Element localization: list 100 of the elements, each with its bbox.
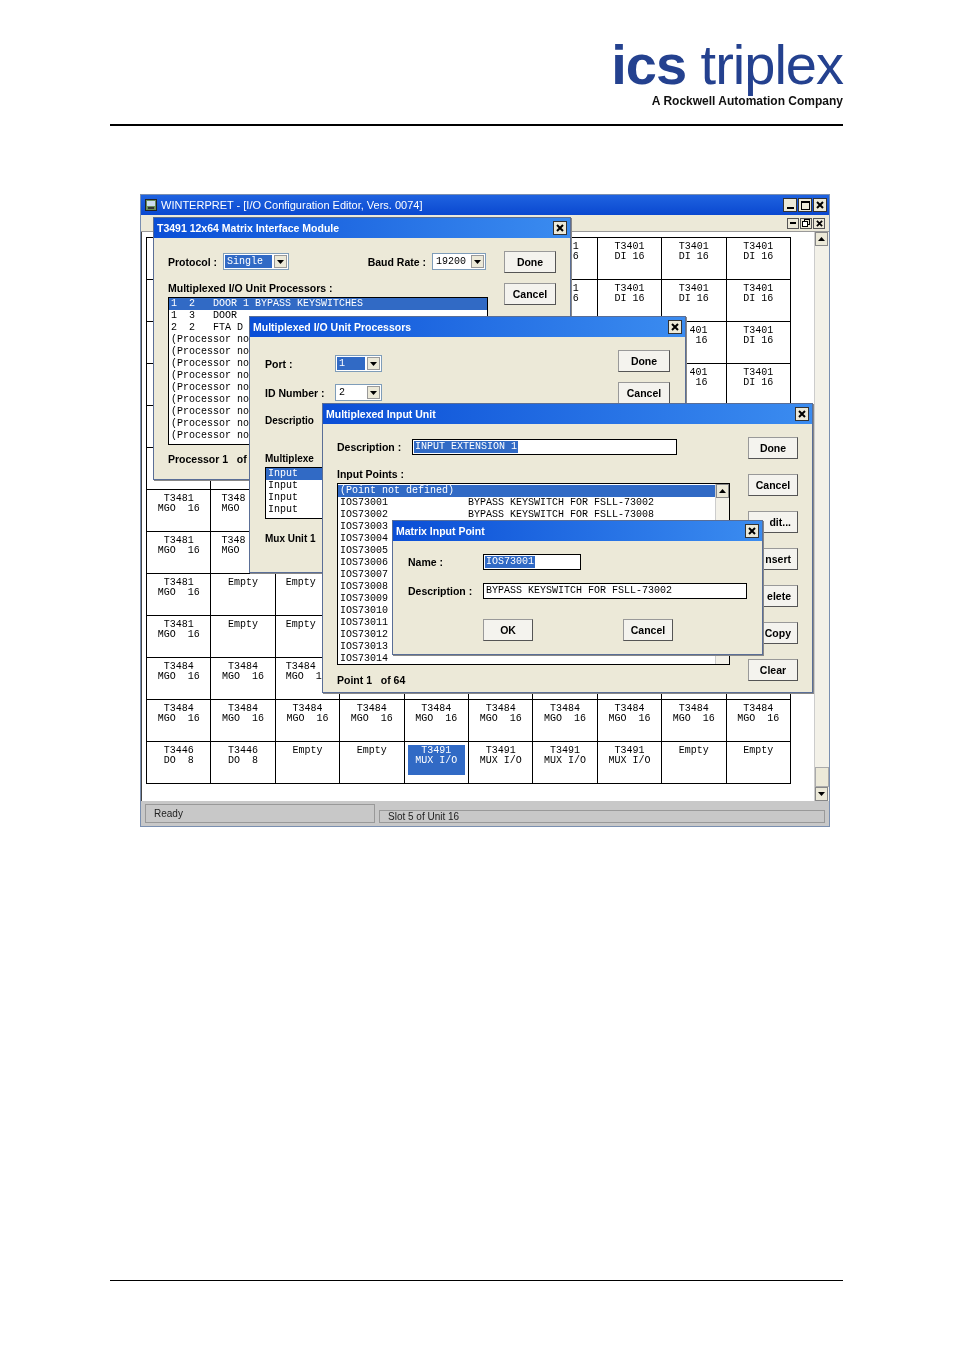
list-item[interactable]: IOS73014 <box>338 653 470 665</box>
down-arrow-icon <box>818 792 825 796</box>
list-label: Multiplexed I/O Unit Processors : <box>168 282 333 294</box>
slot-cell[interactable]: T3484 MGO 16 <box>597 700 663 742</box>
list-item[interactable]: IOS73002 BYPASS KEYSWITCH FOR FSLL-73008 <box>338 509 657 521</box>
slot-cell[interactable]: T3484 MGO 16 <box>726 700 791 742</box>
list-item[interactable]: (Processor no <box>169 382 251 394</box>
close-button[interactable] <box>813 217 825 229</box>
status-text: Ready <box>145 804 375 823</box>
up-arrow-icon <box>719 489 726 493</box>
dialog-button[interactable]: Clear <box>748 659 798 681</box>
list-item[interactable]: (Processor no <box>169 430 251 442</box>
close-button[interactable] <box>745 524 759 538</box>
description-label: Description : <box>408 585 474 597</box>
dialog-button[interactable]: Cancel <box>748 474 798 496</box>
dropdown[interactable]: Single <box>223 253 289 270</box>
dialog-title: Multiplexed I/O Unit Processors <box>253 321 413 333</box>
slot-cell[interactable]: T3401 DI 16 <box>597 238 663 280</box>
slot-cell[interactable]: T3484 MGO 16 <box>275 700 341 742</box>
slot-cell[interactable]: T3446 DO 8 <box>211 742 276 784</box>
close-button[interactable] <box>795 407 809 421</box>
list-item[interactable]: (Processor no <box>169 346 251 358</box>
description-field[interactable]: BYPASS KEYSWITCH FOR FSLL-73002 <box>483 583 747 599</box>
done-button[interactable]: Done <box>504 251 556 273</box>
unit-list[interactable]: Input Input Input Input <box>265 467 323 519</box>
slot-cell[interactable]: T3484 MGO 16 <box>147 700 212 742</box>
maximize-button[interactable] <box>798 198 812 212</box>
close-icon <box>815 219 823 227</box>
slot-cell[interactable]: Empty <box>726 742 791 784</box>
cancel-button[interactable]: Cancel <box>618 382 670 404</box>
maximize-icon <box>800 200 810 210</box>
slot-cell[interactable]: T3484 MGO 16 <box>533 700 598 742</box>
id-number-label: ID Number : <box>265 386 326 399</box>
slot-cell[interactable]: T3401 DI 16 <box>726 280 791 322</box>
caret-icon <box>474 259 481 264</box>
description-field[interactable]: INPUT EXTENSION 1 <box>412 439 677 455</box>
scrollbar[interactable] <box>814 232 829 801</box>
close-button[interactable] <box>553 221 567 235</box>
minimize-icon <box>790 222 796 224</box>
minimize-button[interactable] <box>783 198 797 212</box>
slot-cell[interactable]: T3481 MGO 16 <box>147 532 212 574</box>
slot-cell[interactable]: T3484 MGO 16 <box>662 700 727 742</box>
list-item[interactable]: 2 2 FTA D <box>169 322 245 334</box>
app-icon <box>145 199 157 211</box>
list-item[interactable]: 1 2 DOOR 1 BYPASS KEYSWITCHES <box>169 298 487 310</box>
close-button[interactable] <box>668 320 682 334</box>
ok-button[interactable]: OK <box>483 619 533 641</box>
slot-cell[interactable]: T3446 DO 8 <box>147 742 212 784</box>
close-icon <box>748 527 756 535</box>
dropdown[interactable]: 1 <box>335 355 382 372</box>
caret-icon <box>277 259 284 264</box>
slot-cell[interactable]: T3484 MGO 16 <box>404 700 469 742</box>
slot-cell[interactable]: T3481 MGO 16 <box>147 490 212 532</box>
slot-cell[interactable]: Empty <box>662 742 727 784</box>
scroll-thumb[interactable] <box>815 767 829 787</box>
list-item[interactable]: 1 3 DOOR <box>169 310 239 322</box>
list-item[interactable]: Input <box>266 480 300 492</box>
list-item[interactable]: Input <box>266 468 323 480</box>
slot-cell[interactable]: Empty <box>211 616 276 658</box>
caret-icon <box>370 361 377 366</box>
slot-cell[interactable]: Empty <box>340 742 405 784</box>
list-item[interactable]: (Processor no <box>169 406 251 418</box>
list-label: Multiplexe <box>265 453 314 464</box>
list-item[interactable]: IOS73001 BYPASS KEYSWITCH FOR FSLL-73002 <box>338 497 657 509</box>
list-item[interactable]: (Processor no <box>169 334 251 346</box>
slot-cell[interactable]: T3484 MGO 16 <box>468 700 534 742</box>
minimize-button[interactable] <box>787 217 799 229</box>
slot-cell[interactable]: T3491 MUX I/O <box>597 742 663 784</box>
list-item[interactable]: (Processor no <box>169 358 251 370</box>
close-button[interactable] <box>813 198 827 212</box>
list-label: Input Points : <box>337 468 405 480</box>
name-field[interactable]: IOS73001 <box>483 554 581 570</box>
slot-cell[interactable]: T3401 DI 16 <box>726 238 791 280</box>
slot-cell[interactable]: T3484 MGO 16 <box>211 700 276 742</box>
caret-icon <box>370 390 377 395</box>
list-item[interactable]: (Processor no <box>169 394 251 406</box>
dropdown[interactable]: 19200 <box>432 253 486 270</box>
slot-cell[interactable]: T3491 MUX I/O <box>468 742 534 784</box>
slot-cell[interactable]: T3491 MUX I/O <box>533 742 598 784</box>
restore-button[interactable] <box>800 217 812 229</box>
cancel-button[interactable]: Cancel <box>623 619 673 641</box>
dialog-button[interactable]: Done <box>748 437 798 459</box>
minimize-icon <box>786 207 794 209</box>
list-item[interactable]: (Processor no <box>169 418 251 430</box>
slot-cell[interactable]: T3401 DI 16 <box>662 238 727 280</box>
cancel-button[interactable]: Cancel <box>504 283 556 305</box>
slot-cell[interactable]: T3481 MGO 16 <box>147 574 212 616</box>
close-icon <box>816 201 824 209</box>
slot-cell[interactable]: T3484 MGO 16 <box>147 658 212 700</box>
dropdown[interactable]: 2 <box>335 384 382 401</box>
status-text: Slot 5 of Unit 16 <box>379 810 825 823</box>
slot-cell[interactable]: T3481 MGO 16 <box>147 616 212 658</box>
dialog-title: Multiplexed Input Unit <box>326 408 437 420</box>
done-button[interactable]: Done <box>618 350 670 372</box>
up-arrow-icon <box>818 237 825 241</box>
slot-cell[interactable]: T3484 MGO 16 <box>211 658 276 700</box>
slot-cell[interactable]: Empty <box>275 742 341 784</box>
slot-cell[interactable]: T3401 DI 16 <box>726 322 791 364</box>
list-item[interactable]: (Processor no <box>169 370 251 382</box>
slot-cell[interactable]: T3484 MGO 16 <box>340 700 405 742</box>
